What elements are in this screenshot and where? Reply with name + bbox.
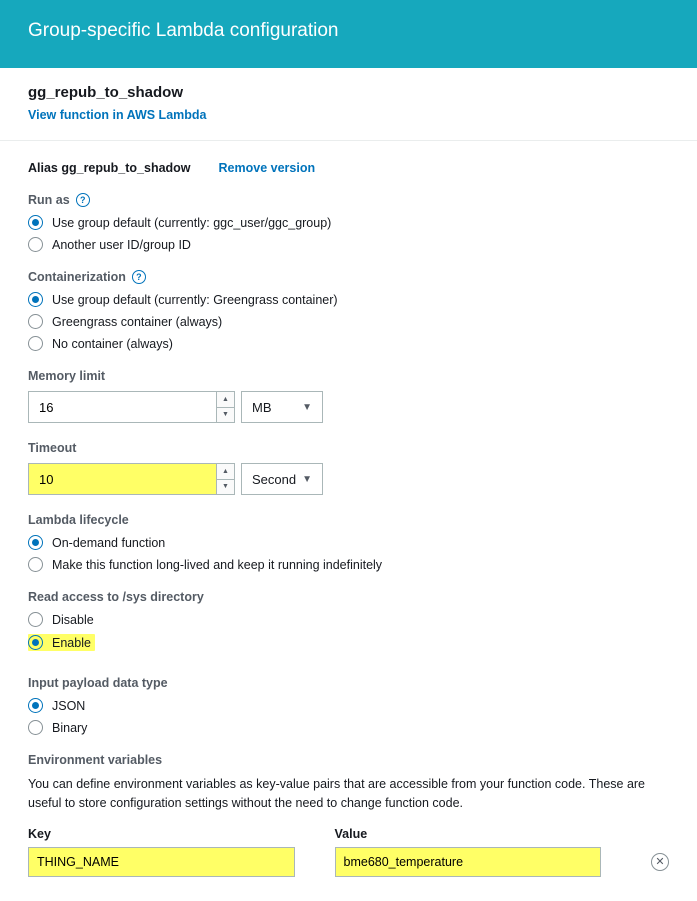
run-as-group: Use group default (currently: ggc_user/g… — [28, 215, 669, 252]
env-key-label: Key — [28, 827, 295, 841]
spinner-up-icon[interactable]: ▲ — [217, 464, 234, 480]
sys-enable[interactable]: Enable — [28, 634, 95, 651]
container-none[interactable]: No container (always) — [28, 336, 669, 351]
env-label: Environment variables — [28, 753, 669, 767]
timeout-input-wrap: ▲ ▼ — [28, 463, 235, 495]
alias-label: Alias gg_repub_to_shadow — [28, 161, 191, 175]
env-key-input[interactable] — [28, 847, 295, 877]
sys-label: Read access to /sys directory — [28, 590, 669, 604]
function-name: gg_repub_to_shadow — [28, 84, 669, 101]
radio-icon — [28, 314, 43, 329]
run-as-default[interactable]: Use group default (currently: ggc_user/g… — [28, 215, 669, 230]
spinner: ▲ ▼ — [216, 464, 234, 494]
lifecycle-ondemand[interactable]: On-demand function — [28, 535, 669, 550]
remove-version-link[interactable]: Remove version — [219, 161, 316, 175]
env-value-col: Value — [335, 827, 602, 877]
radio-icon — [28, 237, 43, 252]
radio-icon — [28, 612, 43, 627]
delete-env-button[interactable]: ✕ — [651, 853, 669, 871]
payload-group: JSON Binary — [28, 698, 669, 735]
radio-icon — [28, 635, 43, 650]
close-icon: ✕ — [655, 855, 664, 868]
containerization-group: Use group default (currently: Greengrass… — [28, 292, 669, 351]
chevron-down-icon: ▼ — [302, 474, 312, 485]
memory-label: Memory limit — [28, 369, 669, 383]
lifecycle-group: On-demand function Make this function lo… — [28, 535, 669, 572]
sys-disable[interactable]: Disable — [28, 612, 669, 627]
radio-icon — [28, 720, 43, 735]
spinner-down-icon[interactable]: ▼ — [217, 480, 234, 495]
help-icon[interactable]: ? — [76, 193, 90, 207]
run-as-label: Run as ? — [28, 193, 669, 207]
alias-row: Alias gg_repub_to_shadow Remove version — [28, 161, 669, 175]
help-icon[interactable]: ? — [132, 270, 146, 284]
chevron-down-icon: ▼ — [302, 402, 312, 413]
memory-unit-select[interactable]: MB ▼ — [241, 391, 323, 423]
payload-label: Input payload data type — [28, 676, 669, 690]
container-default[interactable]: Use group default (currently: Greengrass… — [28, 292, 669, 307]
lifecycle-label: Lambda lifecycle — [28, 513, 669, 527]
env-kv-row: Key Value ✕ — [28, 827, 669, 877]
divider — [0, 140, 697, 141]
radio-icon — [28, 215, 43, 230]
memory-input-wrap: ▲ ▼ — [28, 391, 235, 423]
radio-icon — [28, 557, 43, 572]
containerization-label: Containerization ? — [28, 270, 669, 284]
content-area: gg_repub_to_shadow View function in AWS … — [0, 68, 697, 901]
payload-json[interactable]: JSON — [28, 698, 669, 713]
spinner-up-icon[interactable]: ▲ — [217, 392, 234, 408]
timeout-input[interactable] — [28, 463, 235, 495]
memory-row: ▲ ▼ MB ▼ — [28, 391, 669, 423]
page-header: Group-specific Lambda configuration — [0, 0, 697, 68]
timeout-unit-select[interactable]: Second ▼ — [241, 463, 323, 495]
env-value-label: Value — [335, 827, 602, 841]
sys-group: Disable Enable — [28, 612, 669, 658]
radio-icon — [28, 698, 43, 713]
run-as-other[interactable]: Another user ID/group ID — [28, 237, 669, 252]
memory-input[interactable] — [28, 391, 235, 423]
spinner-down-icon[interactable]: ▼ — [217, 408, 234, 423]
page-title: Group-specific Lambda configuration — [28, 20, 669, 42]
timeout-label: Timeout — [28, 441, 669, 455]
radio-icon — [28, 292, 43, 307]
radio-icon — [28, 336, 43, 351]
view-in-lambda-link[interactable]: View function in AWS Lambda — [28, 108, 207, 122]
env-value-input[interactable] — [335, 847, 602, 877]
timeout-row: ▲ ▼ Second ▼ — [28, 463, 669, 495]
env-description: You can define environment variables as … — [28, 775, 669, 813]
spinner: ▲ ▼ — [216, 392, 234, 422]
container-always[interactable]: Greengrass container (always) — [28, 314, 669, 329]
lifecycle-longlived[interactable]: Make this function long-lived and keep i… — [28, 557, 669, 572]
payload-binary[interactable]: Binary — [28, 720, 669, 735]
radio-icon — [28, 535, 43, 550]
env-key-col: Key — [28, 827, 295, 877]
